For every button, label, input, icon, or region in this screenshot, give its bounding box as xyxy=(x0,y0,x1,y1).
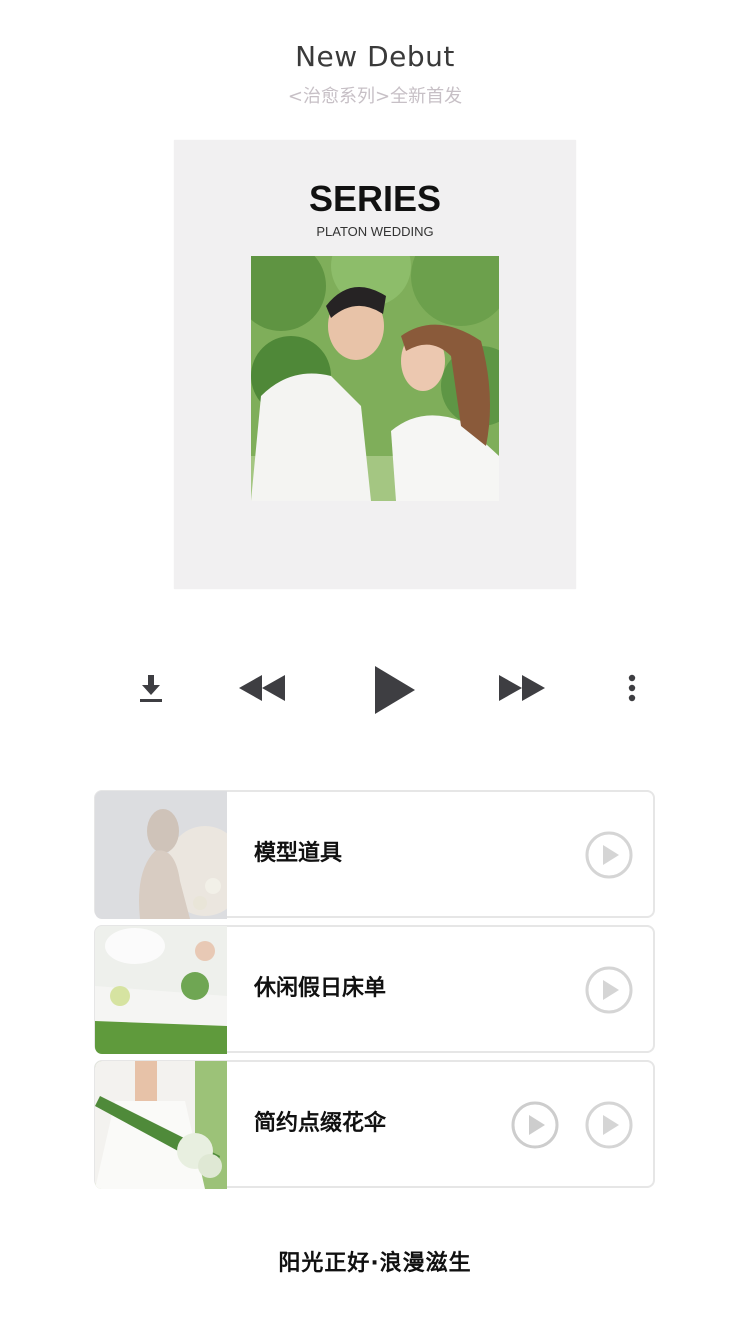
track-thumbnail xyxy=(95,1061,227,1189)
more-button[interactable] xyxy=(618,672,646,704)
track-play-button-extra[interactable] xyxy=(510,1100,560,1150)
rewind-button[interactable] xyxy=(234,668,290,708)
album-photo xyxy=(251,256,499,501)
track-label: 简约点缀花伞 xyxy=(254,1111,387,1136)
track-thumbnail xyxy=(95,926,227,1054)
fast-forward-button[interactable] xyxy=(494,668,550,708)
download-icon xyxy=(140,675,162,702)
track-item[interactable]: 休闲假日床单 xyxy=(94,925,655,1054)
track-label: 模型道具 xyxy=(254,841,343,866)
album-cover: SERIES PLATON WEDDING xyxy=(174,140,576,589)
play-icon xyxy=(375,666,415,714)
track-label: 休闲假日床单 xyxy=(254,976,387,1001)
play-circle-icon xyxy=(511,1101,559,1149)
track-play-button[interactable] xyxy=(584,1100,634,1150)
track-thumbnail xyxy=(95,791,227,919)
footer-tagline: 阳光正好·浪漫滋生 xyxy=(278,1251,472,1276)
player-controls xyxy=(0,655,750,721)
play-circle-icon xyxy=(585,966,633,1014)
header-subtitle: <治愈系列>全新首发 xyxy=(287,86,463,107)
play-circle-icon xyxy=(585,831,633,879)
track-play-button[interactable] xyxy=(584,965,634,1015)
track-item[interactable]: 模型道具 xyxy=(94,790,655,919)
play-button[interactable] xyxy=(366,660,422,720)
album-title: SERIES xyxy=(308,178,442,219)
play-circle-icon xyxy=(585,1101,633,1149)
fast-forward-icon xyxy=(499,675,545,701)
track-play-button[interactable] xyxy=(584,830,634,880)
more-vertical-icon xyxy=(628,674,636,702)
header-title: New Debut xyxy=(295,40,455,73)
rewind-icon xyxy=(239,675,285,701)
album-subtitle: PLATON WEDDING xyxy=(316,224,434,239)
track-item[interactable]: 简约点缀花伞 xyxy=(94,1060,655,1189)
download-button[interactable] xyxy=(135,672,167,704)
